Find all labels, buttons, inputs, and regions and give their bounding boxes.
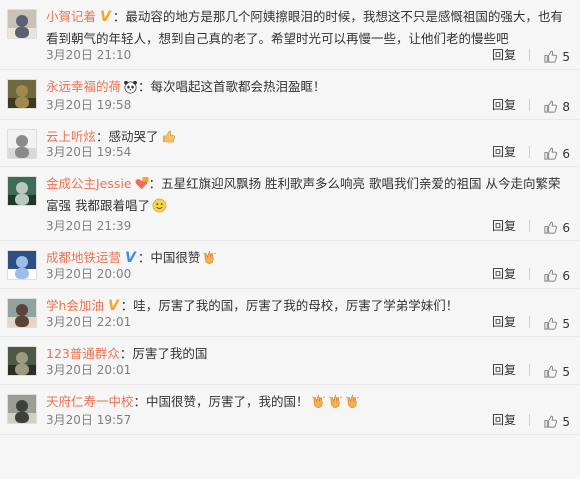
- like-count: 8: [562, 99, 570, 114]
- comment-body: ：每次唱起这首歌都会热泪盈眶！: [138, 79, 326, 94]
- action-divider: [529, 316, 530, 328]
- comment-timestamp: 3月20日 22:01: [46, 315, 132, 329]
- comment-body: ：哇，厉害了我的国，厉害了我的母校，厉害了学弟学妹们！: [120, 298, 459, 313]
- verified-badge-icon: V: [100, 9, 111, 25]
- comment-item: 云上听炫：感动哭了 3月20日 19:54 回复 6: [0, 120, 580, 167]
- comment-body: ：中国很赞: [137, 250, 201, 265]
- reply-button[interactable]: 回复: [492, 46, 516, 63]
- action-divider: [529, 220, 530, 232]
- thumbs-up-icon: [543, 364, 558, 379]
- comment-item: 小賀记着 V ：最动容的地方是那几个阿姨擦眼泪的时候，我想这不只是感慨祖国的强大，也…: [0, 0, 580, 70]
- clap-emoji: [202, 250, 217, 265]
- thumbs-up-icon: [543, 146, 558, 161]
- clap-emoji: [311, 394, 326, 409]
- clap-emoji: [328, 394, 343, 409]
- comment-timestamp: 3月20日 19:57: [46, 413, 132, 427]
- like-button[interactable]: 5: [543, 49, 570, 64]
- like-count: 5: [562, 414, 570, 429]
- user-avatar[interactable]: [7, 394, 37, 424]
- verified-badge-icon: V: [107, 298, 119, 314]
- thumbs-up-icon: [543, 414, 558, 429]
- like-button[interactable]: 6: [543, 268, 570, 283]
- user-name-link[interactable]: 天府仁寿一中校: [46, 394, 134, 409]
- user-avatar[interactable]: [7, 79, 37, 109]
- verified-badge-icon: V: [125, 250, 136, 266]
- comment-body: ：中国很赞，厉害了，我的国！: [133, 394, 309, 409]
- comment-timestamp: 3月20日 19:58: [46, 98, 132, 112]
- thumbs-up-icon: [543, 268, 558, 283]
- like-count: 5: [562, 316, 570, 331]
- reply-button[interactable]: 回复: [492, 143, 516, 160]
- comment-body: ：厉害了我的国: [119, 346, 208, 361]
- comment-body: ：最动容的地方是那几个阿姨擦眼泪的时候，我想这不只是感慨祖国的强大，也有看到朝气…: [46, 9, 563, 46]
- thumbs-up-emoji: [161, 129, 176, 144]
- comment-body: ：感动哭了: [96, 129, 159, 144]
- comment-item: 永远幸福的荷 ：每次唱起这首歌都会热泪盈眶！ 3月20日 19:58 回复 8: [0, 70, 580, 120]
- user-name-link[interactable]: 学h会加油: [46, 298, 104, 313]
- like-button[interactable]: 5: [543, 316, 570, 331]
- like-count: 5: [562, 49, 570, 64]
- user-avatar[interactable]: [7, 176, 37, 206]
- smile-emoji: [152, 198, 167, 213]
- comment-timestamp: 3月20日 21:10: [46, 48, 132, 62]
- comment-timestamp: 3月20日 20:00: [46, 267, 132, 281]
- like-button[interactable]: 6: [543, 220, 570, 235]
- reply-button[interactable]: 回复: [492, 313, 516, 330]
- reply-button[interactable]: 回复: [492, 217, 516, 234]
- user-name-link[interactable]: 云上听炫: [46, 129, 96, 144]
- member-badge-icon: [134, 176, 149, 191]
- user-name-link[interactable]: 金成公主Jessie: [46, 176, 132, 191]
- user-avatar[interactable]: [7, 298, 37, 328]
- user-avatar[interactable]: [7, 129, 37, 159]
- reply-button[interactable]: 回复: [492, 96, 516, 113]
- thumbs-up-icon: [543, 99, 558, 114]
- user-name-link[interactable]: 成都地铁运营: [46, 250, 121, 265]
- action-divider: [529, 99, 530, 111]
- user-avatar[interactable]: [7, 250, 37, 280]
- like-count: 6: [562, 146, 570, 161]
- action-divider: [529, 146, 530, 158]
- comment-item: 金成公主Jessie ：五星红旗迎风飘扬 胜利歌声多么响亮 歌唱我们亲爱的祖国 从…: [0, 167, 580, 241]
- thumbs-up-icon: [543, 220, 558, 235]
- action-divider: [529, 268, 530, 280]
- like-count: 6: [562, 220, 570, 235]
- comment-text: 天府仁寿一中校：中国很赞，厉害了，我的国！: [46, 391, 570, 413]
- like-button[interactable]: 5: [543, 414, 570, 429]
- like-button[interactable]: 5: [543, 364, 570, 379]
- panda-badge-icon: [123, 79, 138, 94]
- reply-button[interactable]: 回复: [492, 411, 516, 428]
- like-count: 6: [562, 268, 570, 283]
- comment-timestamp: 3月20日 21:39: [46, 219, 132, 233]
- reply-button[interactable]: 回复: [492, 265, 516, 282]
- user-name-link[interactable]: 小賀记着: [46, 9, 96, 24]
- like-count: 5: [562, 364, 570, 379]
- comment-item: 123普通群众：厉害了我的国 3月20日 20:01 回复 5: [0, 337, 580, 385]
- comment-list: 小賀记着 V ：最动容的地方是那几个阿姨擦眼泪的时候，我想这不只是感慨祖国的强大，也…: [0, 0, 580, 435]
- thumbs-up-icon: [543, 316, 558, 331]
- user-avatar[interactable]: [7, 9, 37, 39]
- thumbs-up-icon: [543, 49, 558, 64]
- comment-timestamp: 3月20日 19:54: [46, 145, 132, 159]
- comment-text: 小賀记着 V ：最动容的地方是那几个阿姨擦眼泪的时候，我想这不只是感慨祖国的强大，也…: [46, 6, 570, 50]
- action-divider: [529, 364, 530, 376]
- comment-item: 天府仁寿一中校：中国很赞，厉害了，我的国！ 3月20日 19:57 回复 5: [0, 385, 580, 435]
- comment-item: 学h会加油 V ：哇，厉害了我的国，厉害了我的母校，厉害了学弟学妹们！ 3月20日 2…: [0, 289, 580, 337]
- clap-emoji: [345, 394, 360, 409]
- user-name-link[interactable]: 123普通群众: [46, 346, 120, 361]
- comment-text: 金成公主Jessie ：五星红旗迎风飘扬 胜利歌声多么响亮 歌唱我们亲爱的祖国 从…: [46, 173, 570, 217]
- comment-timestamp: 3月20日 20:01: [46, 363, 132, 377]
- action-divider: [529, 414, 530, 426]
- like-button[interactable]: 6: [543, 146, 570, 161]
- reply-button[interactable]: 回复: [492, 361, 516, 378]
- user-name-link[interactable]: 永远幸福的荷: [46, 79, 121, 94]
- like-button[interactable]: 8: [543, 99, 570, 114]
- comment-item: 成都地铁运营 V ：中国很赞 3月20日 20:00 回复 6: [0, 241, 580, 289]
- user-avatar[interactable]: [7, 346, 37, 376]
- comment-text: 永远幸福的荷 ：每次唱起这首歌都会热泪盈眶！: [46, 76, 570, 98]
- action-divider: [529, 49, 530, 61]
